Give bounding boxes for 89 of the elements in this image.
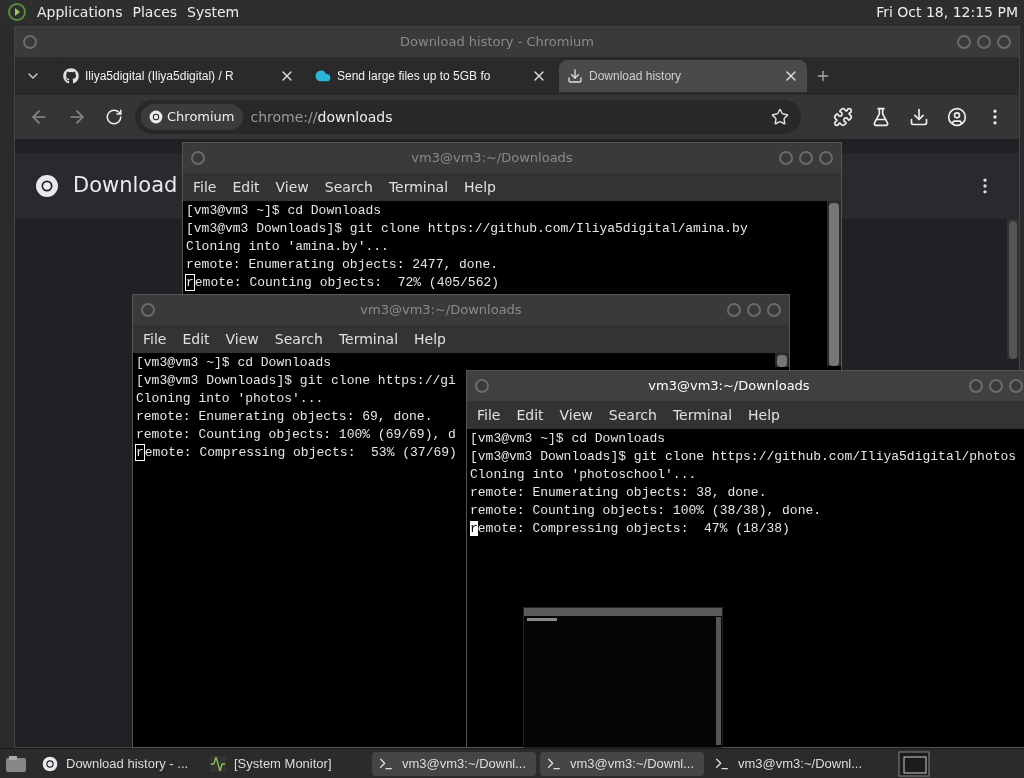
window-menu-button[interactable] — [141, 303, 155, 317]
taskbar-item[interactable]: Download history - ... — [36, 751, 200, 776]
monitor-icon — [210, 755, 226, 772]
close-button[interactable] — [767, 303, 781, 317]
menu-item[interactable]: Help — [408, 328, 452, 350]
window-title: vm3@vm3:~/Downloads — [647, 377, 811, 396]
menu-item[interactable]: Search — [318, 176, 379, 198]
menu-item[interactable]: View — [269, 176, 315, 198]
terminal-line: remote: Counting objects: 72% (405/562) — [186, 274, 500, 292]
terminal-line: [vm3@vm3 Downloads]$ git clone https://github.com/Iliya5digital/amina.by — [186, 220, 748, 238]
address-bar[interactable]: Chromium chrome://downloads — [135, 100, 801, 134]
taskbar-item[interactable]: vm3@vm3:~/Downl... — [372, 751, 536, 776]
scrollbar[interactable] — [827, 201, 841, 366]
close-button[interactable] — [819, 151, 833, 165]
maximize-button[interactable] — [989, 379, 1003, 393]
download-icon — [567, 68, 583, 84]
reload-icon[interactable] — [105, 108, 123, 126]
menu-item[interactable]: File — [137, 328, 173, 350]
taskbar-item[interactable]: [System Monitor] — [204, 751, 368, 776]
bookmark-star-icon[interactable] — [771, 108, 789, 126]
menu-item[interactable]: Edit — [176, 328, 216, 350]
page-heading: Download — [73, 172, 178, 200]
browser-tab[interactable]: Download history — [559, 60, 807, 92]
minimize-button[interactable] — [969, 379, 983, 393]
menu-item[interactable]: Help — [458, 176, 502, 198]
terminal-line: remote: Enumerating objects: 2477, done. — [186, 256, 499, 274]
logo-icon[interactable] — [8, 3, 26, 21]
window-menu-button[interactable] — [475, 379, 489, 393]
terminal-line: remote: Counting objects: 100% (69/69), d — [136, 426, 456, 444]
minimize-button[interactable] — [779, 151, 793, 165]
terminal-line: [vm3@vm3 Downloads]$ git clone https://github.com/Iliya5digital/photos — [470, 448, 1017, 466]
show-desktop-icon[interactable] — [4, 753, 28, 774]
terminal-line: Cloning into 'photoschool'... — [470, 466, 697, 484]
close-button[interactable] — [997, 35, 1011, 49]
profile-icon[interactable] — [947, 107, 967, 127]
terminal-line: [vm3@vm3 ~]$ cd Downloads — [136, 354, 332, 372]
taskbar-item[interactable]: vm3@vm3:~/Downl... — [540, 751, 704, 776]
new-tab-icon[interactable] — [815, 68, 831, 84]
menu-item[interactable]: Terminal — [332, 328, 405, 350]
maximize-button[interactable] — [747, 303, 761, 317]
window-menu-button[interactable] — [23, 35, 37, 49]
taskbar-item[interactable]: vm3@vm3:~/Downl... — [708, 751, 872, 776]
menu-item[interactable]: Edit — [510, 404, 550, 426]
terminal-line: remote: Counting objects: 100% (38/38), done. — [470, 502, 822, 520]
menu-item[interactable]: Search — [602, 404, 663, 426]
menu-item[interactable]: View — [553, 404, 599, 426]
terminal-line: [vm3@vm3 ~]$ cd Downloads — [470, 430, 666, 448]
terminal-line: Cloning into 'photos'... — [136, 390, 324, 408]
window-title: Download history - Chromium — [399, 33, 595, 52]
download-icon[interactable] — [909, 107, 929, 127]
chromium-logo-icon — [35, 174, 59, 198]
terminal-line: remote: Compressing objects: 53% (37/69) — [136, 444, 457, 462]
maximize-button[interactable] — [977, 35, 991, 49]
window-title: vm3@vm3:~/Downloads — [410, 149, 574, 168]
site-chip[interactable]: Chromium — [141, 104, 243, 130]
terminal-line: remote: Enumerating objects: 69, done. — [136, 408, 433, 426]
close-button[interactable] — [1009, 379, 1023, 393]
terminal-line: Cloning into 'amina.by'... — [186, 238, 389, 256]
cloud-icon — [315, 68, 331, 84]
menu-item[interactable]: File — [471, 404, 507, 426]
scrollbar[interactable] — [775, 353, 789, 367]
extensions-icon[interactable] — [833, 107, 853, 127]
minimize-button[interactable] — [957, 35, 971, 49]
minimize-button[interactable] — [727, 303, 741, 317]
terminal-line: remote: Compressing objects: 47% (18/38) — [470, 520, 790, 538]
panel-menu[interactable]: Applications — [32, 1, 128, 23]
workspace-switcher-icon[interactable] — [898, 750, 930, 777]
url-text[interactable]: chrome://downloads — [250, 106, 763, 128]
menu-item[interactable]: File — [187, 176, 223, 198]
terminal-line: remote: Enumerating objects: 38, done. — [470, 484, 767, 502]
menu-item[interactable]: Edit — [226, 176, 266, 198]
terminal-line: [vm3@vm3 Downloads]$ git clone https://gi — [136, 372, 456, 390]
window-menu-button[interactable] — [191, 151, 205, 165]
maximize-button[interactable] — [799, 151, 813, 165]
menu-item[interactable]: Terminal — [382, 176, 455, 198]
panel-menu[interactable]: System — [182, 1, 245, 23]
window-title: vm3@vm3:~/Downloads — [359, 301, 523, 320]
terminal-line: [vm3@vm3 ~]$ cd Downloads — [186, 202, 382, 220]
chromium-icon — [149, 110, 163, 124]
menu-item[interactable]: Terminal — [666, 404, 739, 426]
menu-item[interactable]: Help — [742, 404, 786, 426]
browser-icon — [42, 755, 58, 772]
menu-item[interactable]: View — [219, 328, 265, 350]
panel-menu[interactable]: Places — [127, 1, 183, 23]
clock[interactable]: Fri Oct 18, 12:15 PM — [876, 1, 1018, 23]
menu-item[interactable]: Search — [268, 328, 329, 350]
flask-icon[interactable] — [871, 107, 891, 127]
page-scrollbar[interactable] — [1007, 219, 1019, 359]
github-icon — [63, 68, 79, 84]
